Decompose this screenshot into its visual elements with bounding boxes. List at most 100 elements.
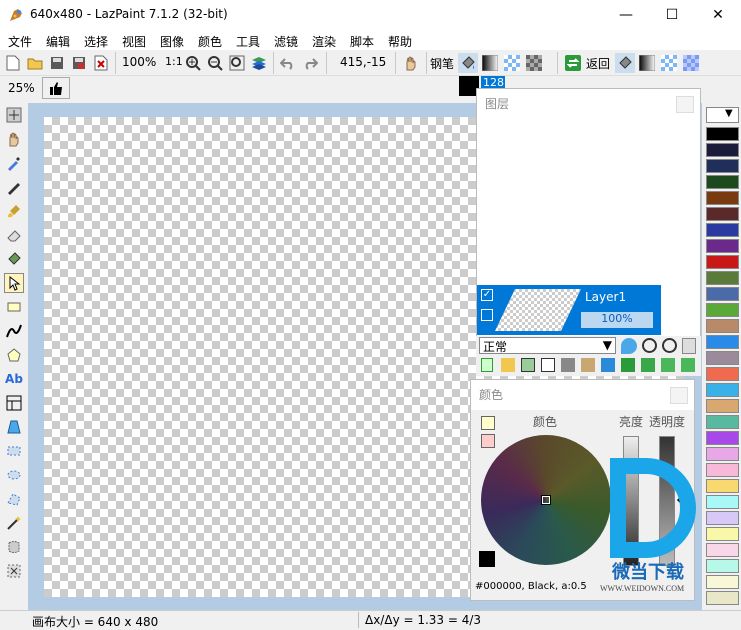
palette-swatch[interactable] — [706, 383, 739, 397]
select-ellipse-icon[interactable] — [4, 465, 24, 485]
trash-icon[interactable] — [682, 338, 696, 354]
duplicate-layer-icon[interactable] — [521, 358, 535, 372]
undo-icon[interactable] — [278, 53, 298, 73]
back-pattern-purple-icon[interactable] — [681, 53, 701, 73]
palette-swatch[interactable] — [706, 143, 739, 157]
menu-image[interactable]: 图像 — [160, 33, 184, 50]
back-label[interactable]: 返回 — [586, 55, 610, 72]
palette-swatch[interactable] — [706, 367, 739, 381]
layer-row-selected[interactable]: ✓ Layer1 100% — [477, 285, 661, 335]
close-button[interactable]: ✕ — [695, 0, 741, 30]
layout-tool-icon[interactable] — [4, 393, 24, 413]
rectangle-tool-icon[interactable] — [4, 297, 24, 317]
palette-swatch[interactable] — [706, 175, 739, 189]
polygon-tool-icon[interactable] — [4, 345, 24, 365]
zoom-value[interactable]: 100% — [122, 55, 156, 69]
palette-swatch[interactable] — [706, 431, 739, 445]
layer-move-icon[interactable] — [601, 358, 615, 372]
color-picker-mode-icon[interactable] — [481, 416, 495, 430]
palette-swatch[interactable] — [706, 543, 739, 557]
menu-filters[interactable]: 滤镜 — [274, 33, 298, 50]
palette-swatch[interactable] — [706, 527, 739, 541]
zoom-in-icon[interactable] — [183, 53, 203, 73]
curve-tool-icon[interactable] — [4, 321, 24, 341]
minimize-button[interactable]: — — [603, 0, 649, 30]
layer-visible-checkbox[interactable]: ✓ — [481, 289, 493, 301]
palette-swatch[interactable] — [706, 415, 739, 429]
blur-layer-icon[interactable] — [621, 338, 637, 354]
save-as-icon[interactable] — [69, 53, 89, 73]
new-file-icon[interactable] — [3, 53, 23, 73]
palette-swatch[interactable] — [706, 399, 739, 413]
menu-tools[interactable]: 工具 — [236, 33, 260, 50]
palette-swatch[interactable] — [706, 351, 739, 365]
palette-swatch[interactable] — [706, 127, 739, 141]
menu-script[interactable]: 脚本 — [350, 33, 374, 50]
hand-icon[interactable] — [401, 53, 421, 73]
select-pen-icon[interactable] — [4, 537, 24, 557]
pattern-blue-icon[interactable] — [502, 53, 522, 73]
layers-panel-close-button[interactable] — [676, 96, 694, 113]
zoom-percent[interactable]: 25% — [8, 81, 35, 95]
palette-swatch[interactable] — [706, 191, 739, 205]
menu-colors[interactable]: 颜色 — [198, 33, 222, 50]
back-gradient-icon[interactable] — [637, 53, 657, 73]
gradient-icon[interactable] — [480, 53, 500, 73]
maximize-button[interactable]: ☐ — [649, 0, 695, 30]
select-poly-icon[interactable] — [4, 489, 24, 509]
palette-swatch[interactable] — [706, 591, 739, 605]
back-fill-bucket-icon[interactable] — [615, 53, 635, 73]
new-layer-icon[interactable] — [481, 358, 493, 372]
palette-swatch[interactable] — [706, 511, 739, 525]
eraser-tool-icon[interactable] — [4, 225, 24, 245]
layer-grid-icon[interactable] — [481, 309, 493, 321]
open-layer-icon[interactable] — [501, 358, 515, 372]
palette-swatch[interactable] — [706, 319, 739, 333]
move-view-icon[interactable] — [4, 105, 24, 125]
color-wheel[interactable] — [481, 435, 611, 565]
zoom-out-icon[interactable] — [205, 53, 225, 73]
menu-file[interactable]: 文件 — [8, 33, 32, 50]
layer-flip-v-icon[interactable] — [641, 358, 655, 372]
select-rect-icon[interactable] — [4, 441, 24, 461]
blend-mode-select[interactable]: 正常 ▼ — [479, 337, 616, 354]
save-icon[interactable] — [47, 53, 67, 73]
pattern-gray-icon[interactable] — [524, 53, 544, 73]
color-wheel-cursor[interactable] — [541, 495, 551, 505]
palette-swatch[interactable] — [706, 447, 739, 461]
palette-swatch[interactable] — [706, 495, 739, 509]
deform-grid-icon[interactable] — [4, 417, 24, 437]
palette-swatch[interactable] — [706, 239, 739, 253]
layer-effects-icon[interactable] — [561, 358, 575, 372]
zoom-fit-icon[interactable] — [227, 53, 247, 73]
layer-zoom-out-icon[interactable] — [662, 338, 677, 353]
palette-swatch[interactable] — [706, 303, 739, 317]
palette-swatch[interactable] — [706, 223, 739, 237]
fill-tool-icon[interactable] — [4, 249, 24, 269]
palette-swatch[interactable] — [706, 479, 739, 493]
palette-swatch[interactable] — [706, 207, 739, 221]
select-fill-icon[interactable] — [4, 561, 24, 581]
redo-icon[interactable] — [300, 53, 320, 73]
color-palette-mode-icon[interactable] — [481, 434, 495, 448]
color-picker-icon[interactable] — [4, 153, 24, 173]
open-folder-icon[interactable] — [25, 53, 45, 73]
palette-swatch[interactable] — [706, 287, 739, 301]
palette-swatch[interactable] — [706, 335, 739, 349]
hand-tool-icon[interactable] — [4, 129, 24, 149]
palette-swatch[interactable] — [706, 575, 739, 589]
text-tool-icon[interactable]: Ab — [4, 369, 24, 389]
layers-view-icon[interactable] — [249, 53, 269, 73]
layer-flip-h-icon[interactable] — [621, 358, 635, 372]
palette-swatch[interactable] — [706, 159, 739, 173]
palette-swatch[interactable] — [706, 271, 739, 285]
close-image-icon[interactable] — [91, 53, 111, 73]
palette-swatch[interactable] — [706, 559, 739, 573]
menu-render[interactable]: 渲染 — [312, 33, 336, 50]
color-panel-close-button[interactable] — [670, 387, 688, 404]
brush-tool-icon[interactable] — [4, 201, 24, 221]
fill-bucket-icon[interactable] — [458, 53, 478, 73]
pen-tool-icon[interactable] — [4, 177, 24, 197]
merge-layer-icon[interactable] — [541, 358, 555, 372]
layer-opacity[interactable]: 100% — [581, 312, 653, 328]
